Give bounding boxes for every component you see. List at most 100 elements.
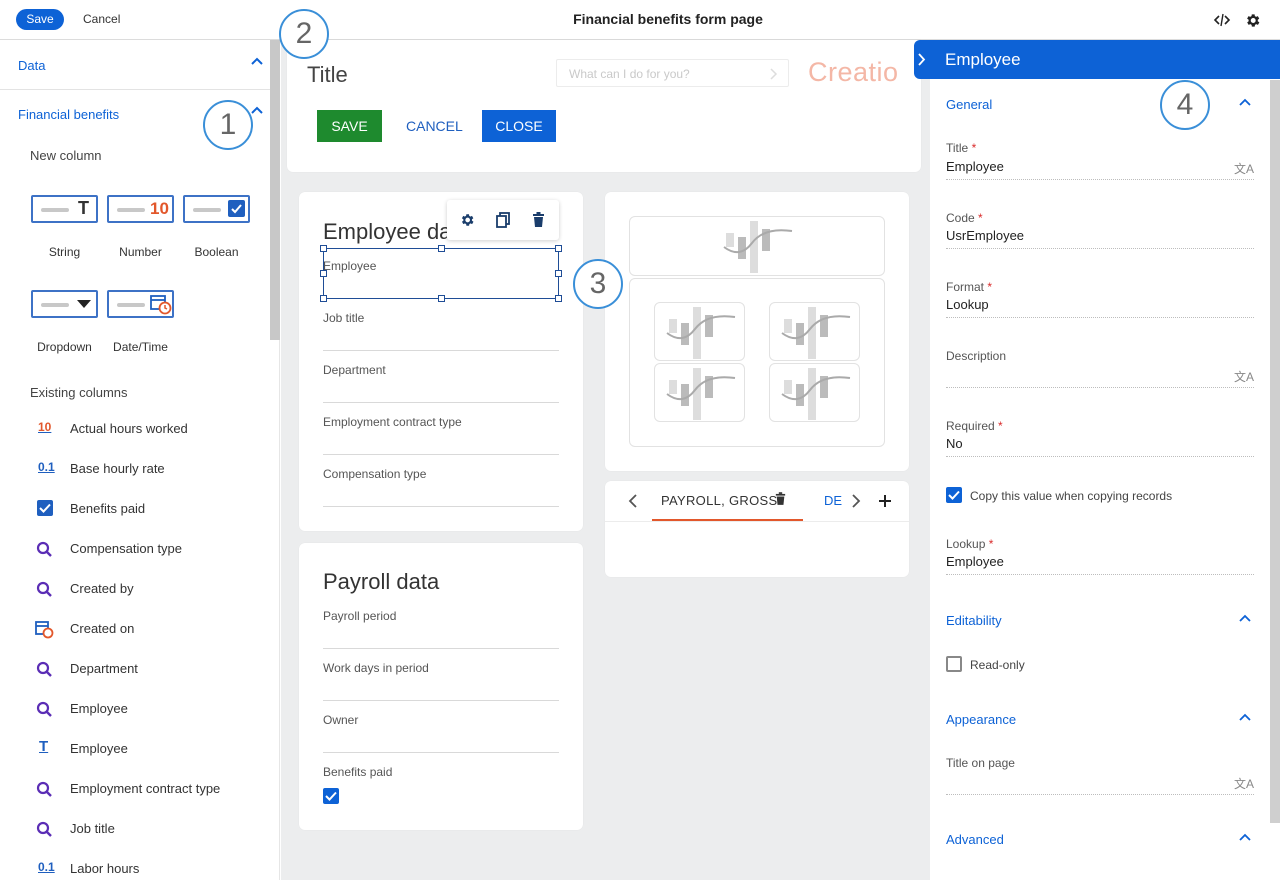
existing-column-item[interactable]: Job title [34,819,264,839]
dashboard-widget-placeholder[interactable] [629,216,885,276]
code-value[interactable]: UsrEmployee [946,228,1024,243]
field-underline [946,574,1254,575]
field-payroll-period[interactable]: Payroll period [323,609,396,623]
chevron-left-icon[interactable] [628,493,638,509]
financial-benefits-section-header[interactable]: Financial benefits [18,107,119,122]
title-label: Title * [946,141,977,155]
existing-column-item[interactable]: Created on [34,619,264,639]
lookup-value[interactable]: Employee [946,554,1004,569]
field-owner[interactable]: Owner [323,713,358,727]
chevron-up-icon[interactable] [251,106,263,114]
existing-column-item[interactable]: Employee [34,699,264,719]
trash-icon[interactable] [532,212,545,228]
number-column-tile[interactable]: 10 [107,195,174,223]
calendar-clock-icon [150,295,172,315]
readonly-label: Read-only [970,658,1025,672]
callout-marker: 1 [203,100,253,150]
field-department[interactable]: Department [323,363,386,377]
existing-column-item[interactable]: 0.1 Base hourly rate [34,459,264,479]
existing-column-item[interactable]: Department [34,659,264,679]
dashboard-widget-placeholder[interactable] [654,363,745,422]
string-column-tile[interactable]: T [31,195,98,223]
field-underline [323,700,559,701]
translate-icon[interactable]: 文A [1234,368,1254,385]
dashboard-widget-placeholder[interactable] [769,363,860,422]
tab-next[interactable]: DE [824,493,842,508]
copy-value-checkbox[interactable] [946,487,962,503]
resize-handle[interactable] [555,270,562,277]
payroll-card-title[interactable]: Payroll data [323,569,439,595]
resize-handle[interactable] [438,245,445,252]
editability-section-header[interactable]: Editability [946,613,1002,628]
form-close-button[interactable]: CLOSE [482,110,556,142]
left-scrollbar[interactable] [270,40,280,340]
right-scrollbar[interactable] [1270,80,1280,823]
source-code-icon[interactable] [1213,12,1231,28]
existing-column-item[interactable]: 0.1 Labor hours [34,859,264,879]
translate-icon[interactable]: 文A [1234,160,1254,177]
chevron-up-icon[interactable] [1239,614,1251,622]
existing-column-item[interactable]: Created by [34,579,264,599]
benefits-paid-checkbox[interactable] [323,788,339,804]
form-save-button[interactable]: SAVE [317,110,382,142]
dropdown-column-tile[interactable] [31,290,98,318]
existing-column-item[interactable]: T Employee [34,738,264,759]
chevron-right-icon[interactable] [918,53,926,66]
existing-column-item[interactable]: Compensation type [34,539,264,559]
resize-handle[interactable] [320,245,327,252]
resize-handle[interactable] [320,295,327,302]
existing-column-item[interactable]: 10 Actual hours worked [34,419,264,439]
lookup-icon [36,661,52,677]
chart-placeholder-icon [666,307,736,359]
readonly-checkbox[interactable] [946,656,962,672]
gear-icon[interactable] [459,212,475,228]
field-underline [323,402,559,403]
field-underline [946,456,1254,457]
dashboard-widget-placeholder[interactable] [654,302,745,361]
translate-icon[interactable]: 文A [1234,775,1254,792]
selected-field-frame[interactable] [323,248,559,299]
copy-icon[interactable] [496,212,510,228]
field-underline [323,648,559,649]
trash-icon[interactable] [775,492,786,506]
decimal-icon: 0.1 [38,860,55,874]
field-benefits-paid[interactable]: Benefits paid [323,765,392,779]
chevron-up-icon[interactable] [1239,713,1251,721]
dashboard-widget-placeholder[interactable] [769,302,860,361]
chevron-up-icon[interactable] [1239,833,1251,841]
resize-handle[interactable] [438,295,445,302]
format-value[interactable]: Lookup [946,297,989,312]
field-underline [323,752,559,753]
data-section-header[interactable]: Data [18,58,45,73]
form-cancel-button[interactable]: CANCEL [406,118,463,134]
resize-handle[interactable] [555,295,562,302]
boolean-column-tile[interactable] [183,195,250,223]
dropdown-tile-label: Dropdown [37,340,92,354]
field-underline [323,350,559,351]
title-value[interactable]: Employee [946,159,1004,174]
field-job-title[interactable]: Job title [323,311,364,325]
existing-column-item[interactable]: Benefits paid [34,499,264,519]
datetime-column-tile[interactable] [107,290,174,318]
chevron-up-icon[interactable] [1239,98,1251,106]
gear-icon[interactable] [1244,12,1261,29]
search-input[interactable]: What can I do for you? [556,59,789,87]
resize-handle[interactable] [555,245,562,252]
field-compensation-type[interactable]: Compensation type [323,467,426,481]
field-employee[interactable]: Employee [323,259,376,273]
decimal-icon: 0.1 [38,460,55,474]
tab-payroll-gross[interactable]: PAYROLL, GROSS [661,493,777,508]
add-tab-icon[interactable] [878,494,892,508]
page-title: Financial benefits form page [573,11,763,27]
required-value[interactable]: No [946,436,963,451]
lookup-icon [36,821,52,837]
chevron-up-icon[interactable] [251,57,263,65]
field-work-days[interactable]: Work days in period [323,661,429,675]
existing-column-item[interactable]: Employment contract type [34,779,264,799]
general-section-header[interactable]: General [946,97,992,112]
chevron-right-icon[interactable] [851,493,861,509]
appearance-section-header[interactable]: Appearance [946,712,1016,727]
field-employment-contract-type[interactable]: Employment contract type [323,415,462,429]
header-title[interactable]: Title [307,62,348,88]
advanced-section-header[interactable]: Advanced [946,832,1004,847]
